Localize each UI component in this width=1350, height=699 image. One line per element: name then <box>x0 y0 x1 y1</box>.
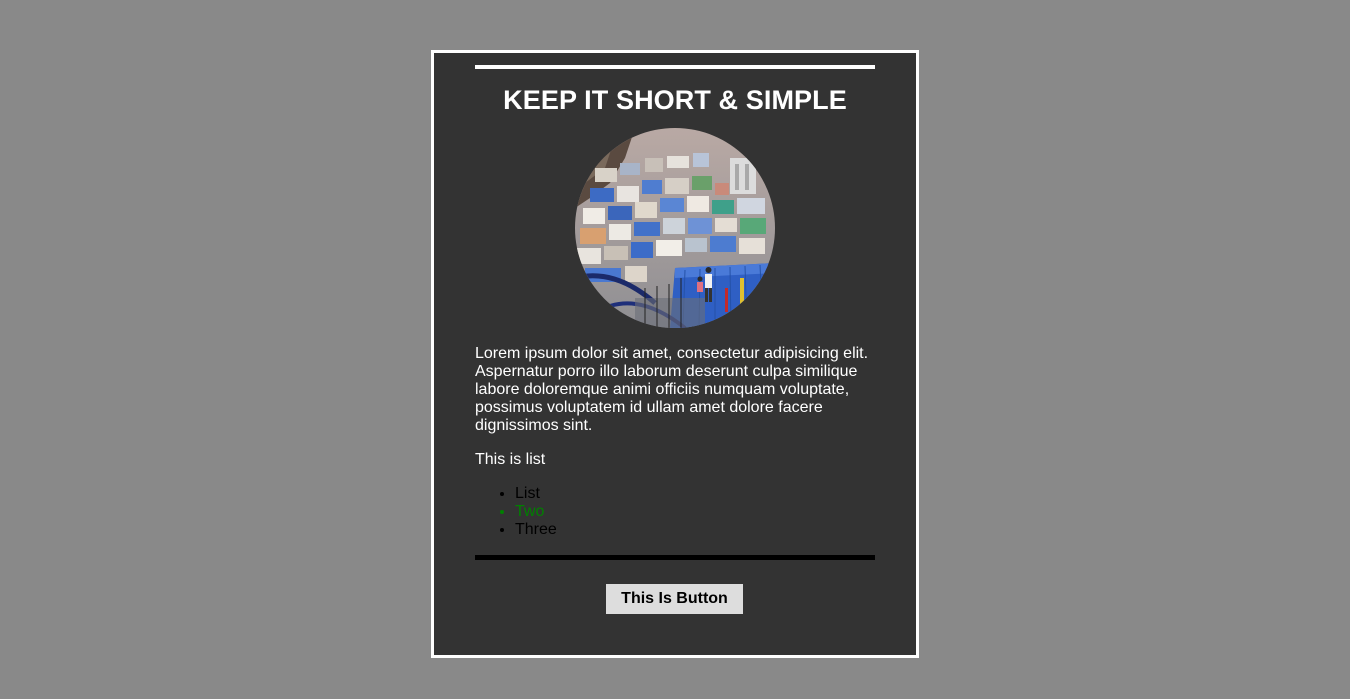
bottom-divider <box>475 555 875 560</box>
list-item: Three <box>515 521 557 539</box>
intro-paragraph: Lorem ipsum dolor sit amet, consectetur … <box>475 345 869 434</box>
list-item: Two <box>515 503 557 521</box>
primary-button[interactable]: This Is Button <box>606 584 743 614</box>
item-list: List Two Three <box>475 485 557 539</box>
city-hillside-photo <box>575 128 775 328</box>
content-card: KEEP IT SHORT & SIMPLE Lorem ipsum dolor… <box>431 50 919 658</box>
list-item: List <box>515 485 557 503</box>
page-title: KEEP IT SHORT & SIMPLE <box>503 85 847 115</box>
list-caption: This is list <box>475 451 546 468</box>
photo-illustration <box>575 128 775 328</box>
top-divider <box>475 65 875 69</box>
